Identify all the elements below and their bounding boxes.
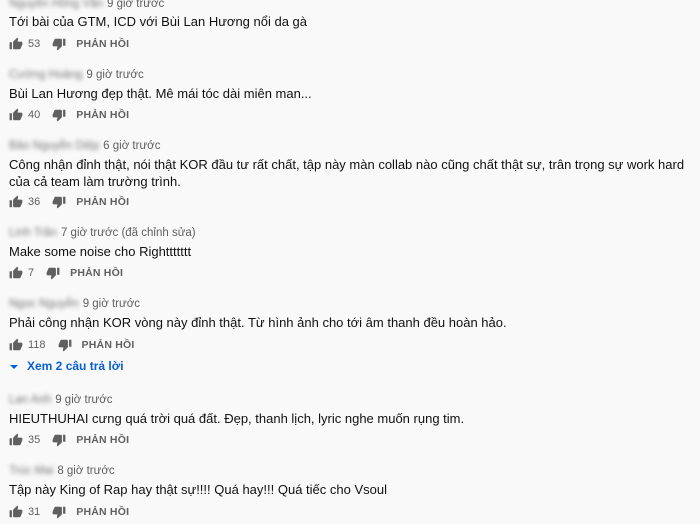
like-count: 36 <box>28 196 41 208</box>
thumbs-down-icon[interactable] <box>52 505 66 519</box>
comment-author[interactable]: Ngọc Nguyễn <box>9 298 79 310</box>
comment-timestamp[interactable]: 9 giờ trước <box>107 0 164 10</box>
comment-meta: Nguyễn Hồng Vân 9 giờ trước <box>9 0 164 10</box>
comment-text: Tới bài của GTM, ICD với Bùi Lan Hương n… <box>9 14 308 29</box>
comment-meta: Cường Hoàng 9 giờ trước <box>9 69 144 81</box>
like-count: 35 <box>28 434 41 446</box>
comment-timestamp[interactable]: 9 giờ trước <box>83 298 140 310</box>
comment-author[interactable]: Linh Trần <box>9 227 57 239</box>
comment-author[interactable]: Lan Anh <box>9 394 51 406</box>
comment-actions: 36 PHẢN HỒI <box>9 194 129 210</box>
thumbs-up-icon[interactable] <box>9 195 23 209</box>
thumbs-up-icon[interactable] <box>9 37 23 51</box>
comment-meta: Linh Trần 7 giờ trước (đã chỉnh sửa) <box>9 227 196 239</box>
comment-author[interactable]: Bảo Nguyễn Diệp <box>9 140 99 152</box>
comment-meta: Lan Anh 9 giờ trước <box>9 394 113 406</box>
comment-actions: 31 PHẢN HỒI <box>9 504 129 520</box>
reply-button[interactable]: PHẢN HỒI <box>76 434 129 446</box>
comment-actions: 7 PHẢN HỒI <box>9 265 123 281</box>
reply-button[interactable]: PHẢN HỒI <box>70 267 123 279</box>
like-count: 118 <box>28 339 46 351</box>
comment-text: Tập này King of Rap hay thật sự!!!! Quá … <box>9 482 387 497</box>
view-replies-label: Xem 2 câu trả lời <box>27 359 124 373</box>
reply-button[interactable]: PHẢN HỒI <box>76 196 129 208</box>
comment-meta: Bảo Nguyễn Diệp 6 giờ trước <box>9 140 160 152</box>
comment-actions: 35 PHẢN HỒI <box>9 432 129 448</box>
thumbs-down-icon[interactable] <box>52 37 66 51</box>
comment-timestamp[interactable]: 6 giờ trước <box>103 140 160 152</box>
comment-author[interactable]: Cường Hoàng <box>9 69 82 81</box>
thumbs-up-icon[interactable] <box>9 505 23 519</box>
view-replies-button[interactable]: Xem 2 câu trả lời <box>9 359 124 373</box>
comment-text: Make some noise cho Righttttttt <box>9 244 192 259</box>
like-count: 40 <box>28 109 41 121</box>
thumbs-down-icon[interactable] <box>46 266 60 280</box>
comment-actions: 53 PHẢN HỒI <box>9 36 129 52</box>
reply-button[interactable]: PHẢN HỒI <box>76 109 129 121</box>
comment-text: HIEUTHUHAI cưng quá trời quá đất. Đẹp, t… <box>9 411 465 426</box>
chevron-down-icon <box>9 361 19 371</box>
comment-actions: 118 PHẢN HỒI <box>9 337 134 353</box>
comment-author[interactable]: Nguyễn Hồng Vân <box>9 0 103 10</box>
comment-text: Phải công nhận KOR vòng này đỉnh thật. T… <box>9 315 507 330</box>
comment-text: Công nhận đỉnh thật, nói thật KOR đầu tư… <box>9 157 685 189</box>
reply-button[interactable]: PHẢN HỒI <box>76 38 129 50</box>
like-count: 31 <box>28 506 41 518</box>
thumbs-down-icon[interactable] <box>58 338 72 352</box>
comment-timestamp[interactable]: 9 giờ trước <box>55 394 112 406</box>
thumbs-up-icon[interactable] <box>9 266 23 280</box>
comment-timestamp[interactable]: 8 giờ trước <box>57 465 114 477</box>
comment-actions: 40 PHẢN HỒI <box>9 107 129 123</box>
comment-author[interactable]: Trúc Mai <box>9 465 53 477</box>
thumbs-up-icon[interactable] <box>9 338 23 352</box>
comment-meta: Ngọc Nguyễn 9 giờ trước <box>9 298 140 310</box>
thumbs-down-icon[interactable] <box>52 433 66 447</box>
thumbs-up-icon[interactable] <box>9 433 23 447</box>
thumbs-up-icon[interactable] <box>9 108 23 122</box>
comment-timestamp[interactable]: 7 giờ trước (đã chỉnh sửa) <box>61 227 196 239</box>
like-count: 53 <box>28 38 41 50</box>
comment-meta: Trúc Mai 8 giờ trước <box>9 465 115 477</box>
thumbs-down-icon[interactable] <box>52 108 66 122</box>
comment-timestamp[interactable]: 9 giờ trước <box>86 69 143 81</box>
thumbs-down-icon[interactable] <box>52 195 66 209</box>
reply-button[interactable]: PHẢN HỒI <box>76 506 129 518</box>
like-count: 7 <box>28 267 35 279</box>
reply-button[interactable]: PHẢN HỒI <box>82 339 135 351</box>
comment-text: Bùi Lan Hương đẹp thật. Mê mái tóc dài m… <box>9 86 312 101</box>
